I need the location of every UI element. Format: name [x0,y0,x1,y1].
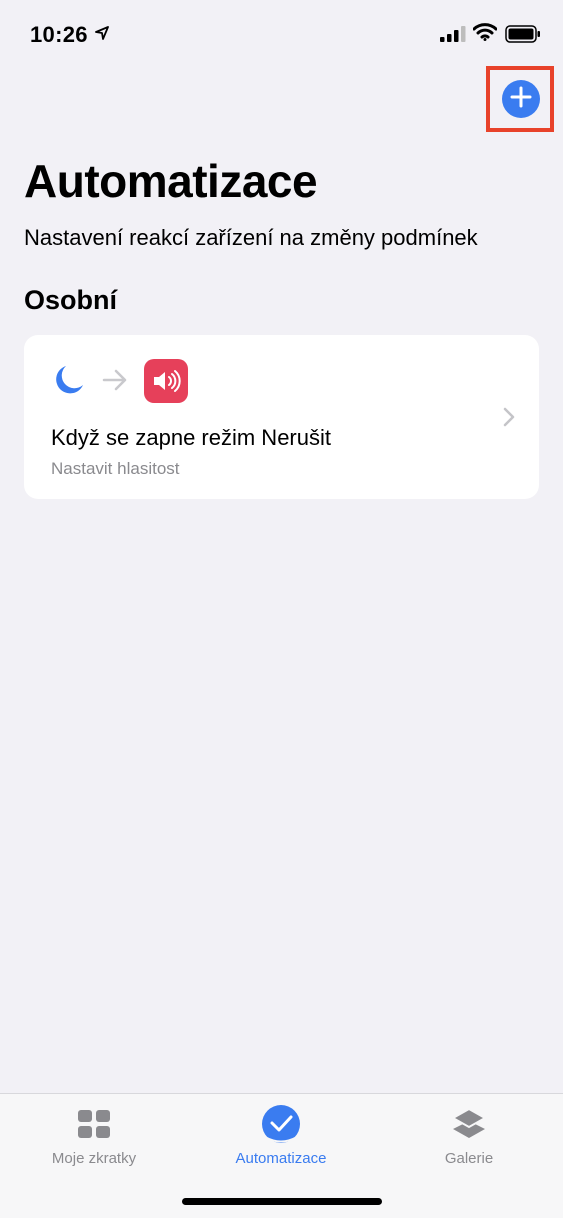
battery-icon [505,25,541,48]
arrow-right-icon [102,369,128,396]
section-title: Osobní [24,285,117,315]
tab-moje-zkratky[interactable]: Moje zkratky [14,1104,174,1174]
moon-icon [52,363,86,402]
layers-icon [449,1104,489,1144]
tab-label: Automatizace [235,1150,327,1167]
automation-title: Když se zapne režim Nerušit [51,425,331,450]
tab-label: Galerie [444,1150,494,1167]
automation-card[interactable]: Když se zapne režim Nerušit Nastavit hla… [24,335,539,499]
add-automation-button[interactable] [502,80,540,118]
tab-automatizace[interactable]: Automatizace [201,1104,361,1174]
automation-subtitle: Nastavit hlasitost [51,459,180,478]
status-time: 10:26 [30,22,88,47]
location-arrow-icon [95,26,109,45]
checkmark-icon [261,1104,301,1144]
page-title: Automatizace [24,155,318,207]
chevron-right-icon [503,407,515,432]
plus-icon [510,86,532,113]
tab-galerie[interactable]: Galerie [389,1104,549,1174]
home-indicator[interactable] [182,1198,382,1205]
grid-icon [74,1104,114,1144]
wifi-icon [472,23,498,46]
status-bar: 10:26 [0,0,563,70]
page-subtitle: Nastavení reakcí zařízení na změny podmí… [24,225,478,250]
cellular-signal-icon [440,26,466,47]
tab-label: Moje zkratky [51,1150,137,1167]
speaker-icon [144,359,188,403]
